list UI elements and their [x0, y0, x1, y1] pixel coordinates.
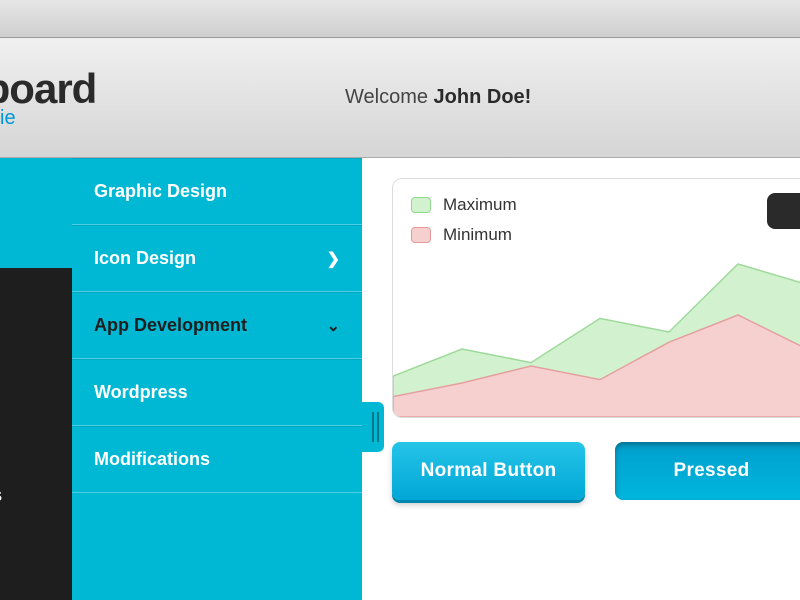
app-title: hboard — [0, 65, 96, 113]
welcome-prefix: Welcome — [345, 86, 434, 108]
chart-card: Maximum Minimum — [392, 178, 800, 418]
legend-label-min: Minimum — [443, 225, 512, 245]
submenu-label: Wordpress — [94, 382, 188, 403]
submenu-item-app-development[interactable]: App Development ⌄ — [72, 292, 362, 359]
submenu-item-graphic-design[interactable]: Graphic Design — [72, 158, 362, 225]
window-chrome — [0, 0, 800, 38]
chart-legend: Maximum Minimum — [411, 195, 517, 245]
submenu-item-icon-design[interactable]: Icon Design ❯ — [72, 225, 362, 292]
submenu-label: Icon Design — [94, 248, 196, 269]
submenu: Graphic Design Icon Design ❯ App Develop… — [72, 158, 362, 600]
submenu-item-modifications[interactable]: Modifications — [72, 426, 362, 493]
chart-area — [393, 247, 800, 417]
swatch-min-icon — [411, 227, 431, 243]
pressed-button[interactable]: Pressed — [615, 442, 800, 500]
legend-row-min: Minimum — [411, 225, 517, 245]
swatch-max-icon — [411, 197, 431, 213]
chevron-down-icon: ⌄ — [327, 316, 340, 336]
help-button[interactable] — [767, 193, 800, 229]
main-area: Maximum Minimum Normal Button Pressed — [362, 158, 800, 600]
chevron-right-icon: ❯ — [327, 249, 340, 269]
welcome-text: Welcome John Doe! — [96, 86, 780, 109]
legend-label-max: Maximum — [443, 195, 517, 215]
nav-label-projects: CTS — [0, 488, 72, 505]
welcome-username: John Doe! — [434, 86, 532, 108]
submenu-label: Modifications — [94, 449, 210, 470]
submenu-item-wordpress[interactable]: Wordpress — [72, 359, 362, 426]
legend-row-max: Maximum — [411, 195, 517, 215]
submenu-label: App Development — [94, 315, 247, 336]
button-row: Normal Button Pressed — [392, 442, 800, 500]
app-header: hboard reebie Welcome John Doe! — [0, 38, 800, 158]
content: CTS Graphic Design Icon Design ❯ App Dev… — [0, 158, 800, 600]
nav-item-active[interactable] — [0, 158, 72, 268]
area-chart — [393, 247, 800, 417]
normal-button[interactable]: Normal Button — [392, 442, 585, 500]
drag-handle-icon[interactable] — [372, 412, 379, 442]
title-block: hboard reebie — [0, 65, 96, 130]
submenu-label: Graphic Design — [94, 181, 227, 202]
left-nav: CTS — [0, 158, 72, 600]
